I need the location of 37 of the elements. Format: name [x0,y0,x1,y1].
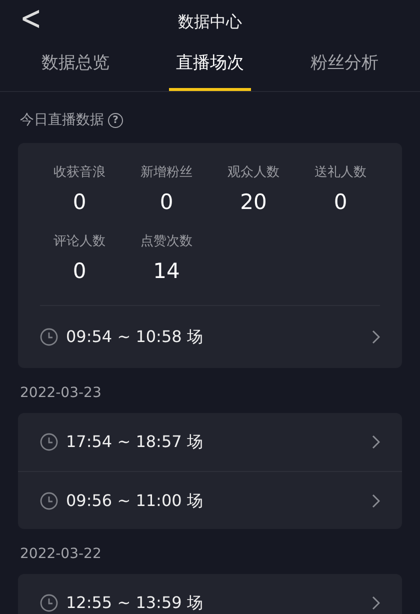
stat-label: 送礼人数 [314,164,368,182]
session-row[interactable]: 12:55 ~ 13:59 场 [18,574,402,614]
chevron-right-icon [372,435,380,449]
date-label: 2022-03-22 [19,545,102,564]
tab[interactable]: 粉丝分析 [304,50,386,91]
page-title: 数据中心 [178,11,242,33]
help-icon[interactable]: ? [108,113,123,128]
clock-icon [40,328,58,346]
session-row[interactable]: 09:56 ~ 11:00 场 [18,471,402,529]
date-label: 2022-03-23 [19,384,102,403]
clock-icon [40,492,58,510]
stat-label: 收获音浪 [52,164,106,182]
stat-label: 点赞次数 [140,233,194,251]
stat-value: 0 [72,258,88,284]
session-time: 12:55 ~ 13:59 场 [66,592,203,614]
session-time: 17:54 ~ 18:57 场 [66,431,203,453]
stat-label: 新增粉丝 [140,164,194,182]
chevron-right-icon [372,330,380,344]
session-time: 09:54 ~ 10:58 场 [66,326,203,348]
tab[interactable]: 直播场次 [168,50,251,91]
stat-value: 20 [239,188,268,216]
clock-icon [40,433,58,451]
stat-value: 0 [72,188,88,216]
stat-value: 0 [158,188,174,216]
session-row[interactable]: 09:54 ~ 10:58 场 [18,306,402,368]
section-label: 今日直播数据 [19,111,104,130]
stat-value: 0 [332,188,348,216]
session-row[interactable]: 17:54 ~ 18:57 场 [18,413,402,471]
stat-value: 14 [152,258,181,284]
clock-icon [40,594,58,612]
tab[interactable]: 数据总览 [34,50,116,91]
chevron-right-icon [372,494,380,508]
session-time: 09:56 ~ 11:00 场 [66,490,203,512]
chevron-right-icon [372,596,380,610]
stat-label: 评论人数 [52,233,106,251]
stat-label: 观众人数 [226,164,280,182]
back-button[interactable]: < [14,2,48,36]
